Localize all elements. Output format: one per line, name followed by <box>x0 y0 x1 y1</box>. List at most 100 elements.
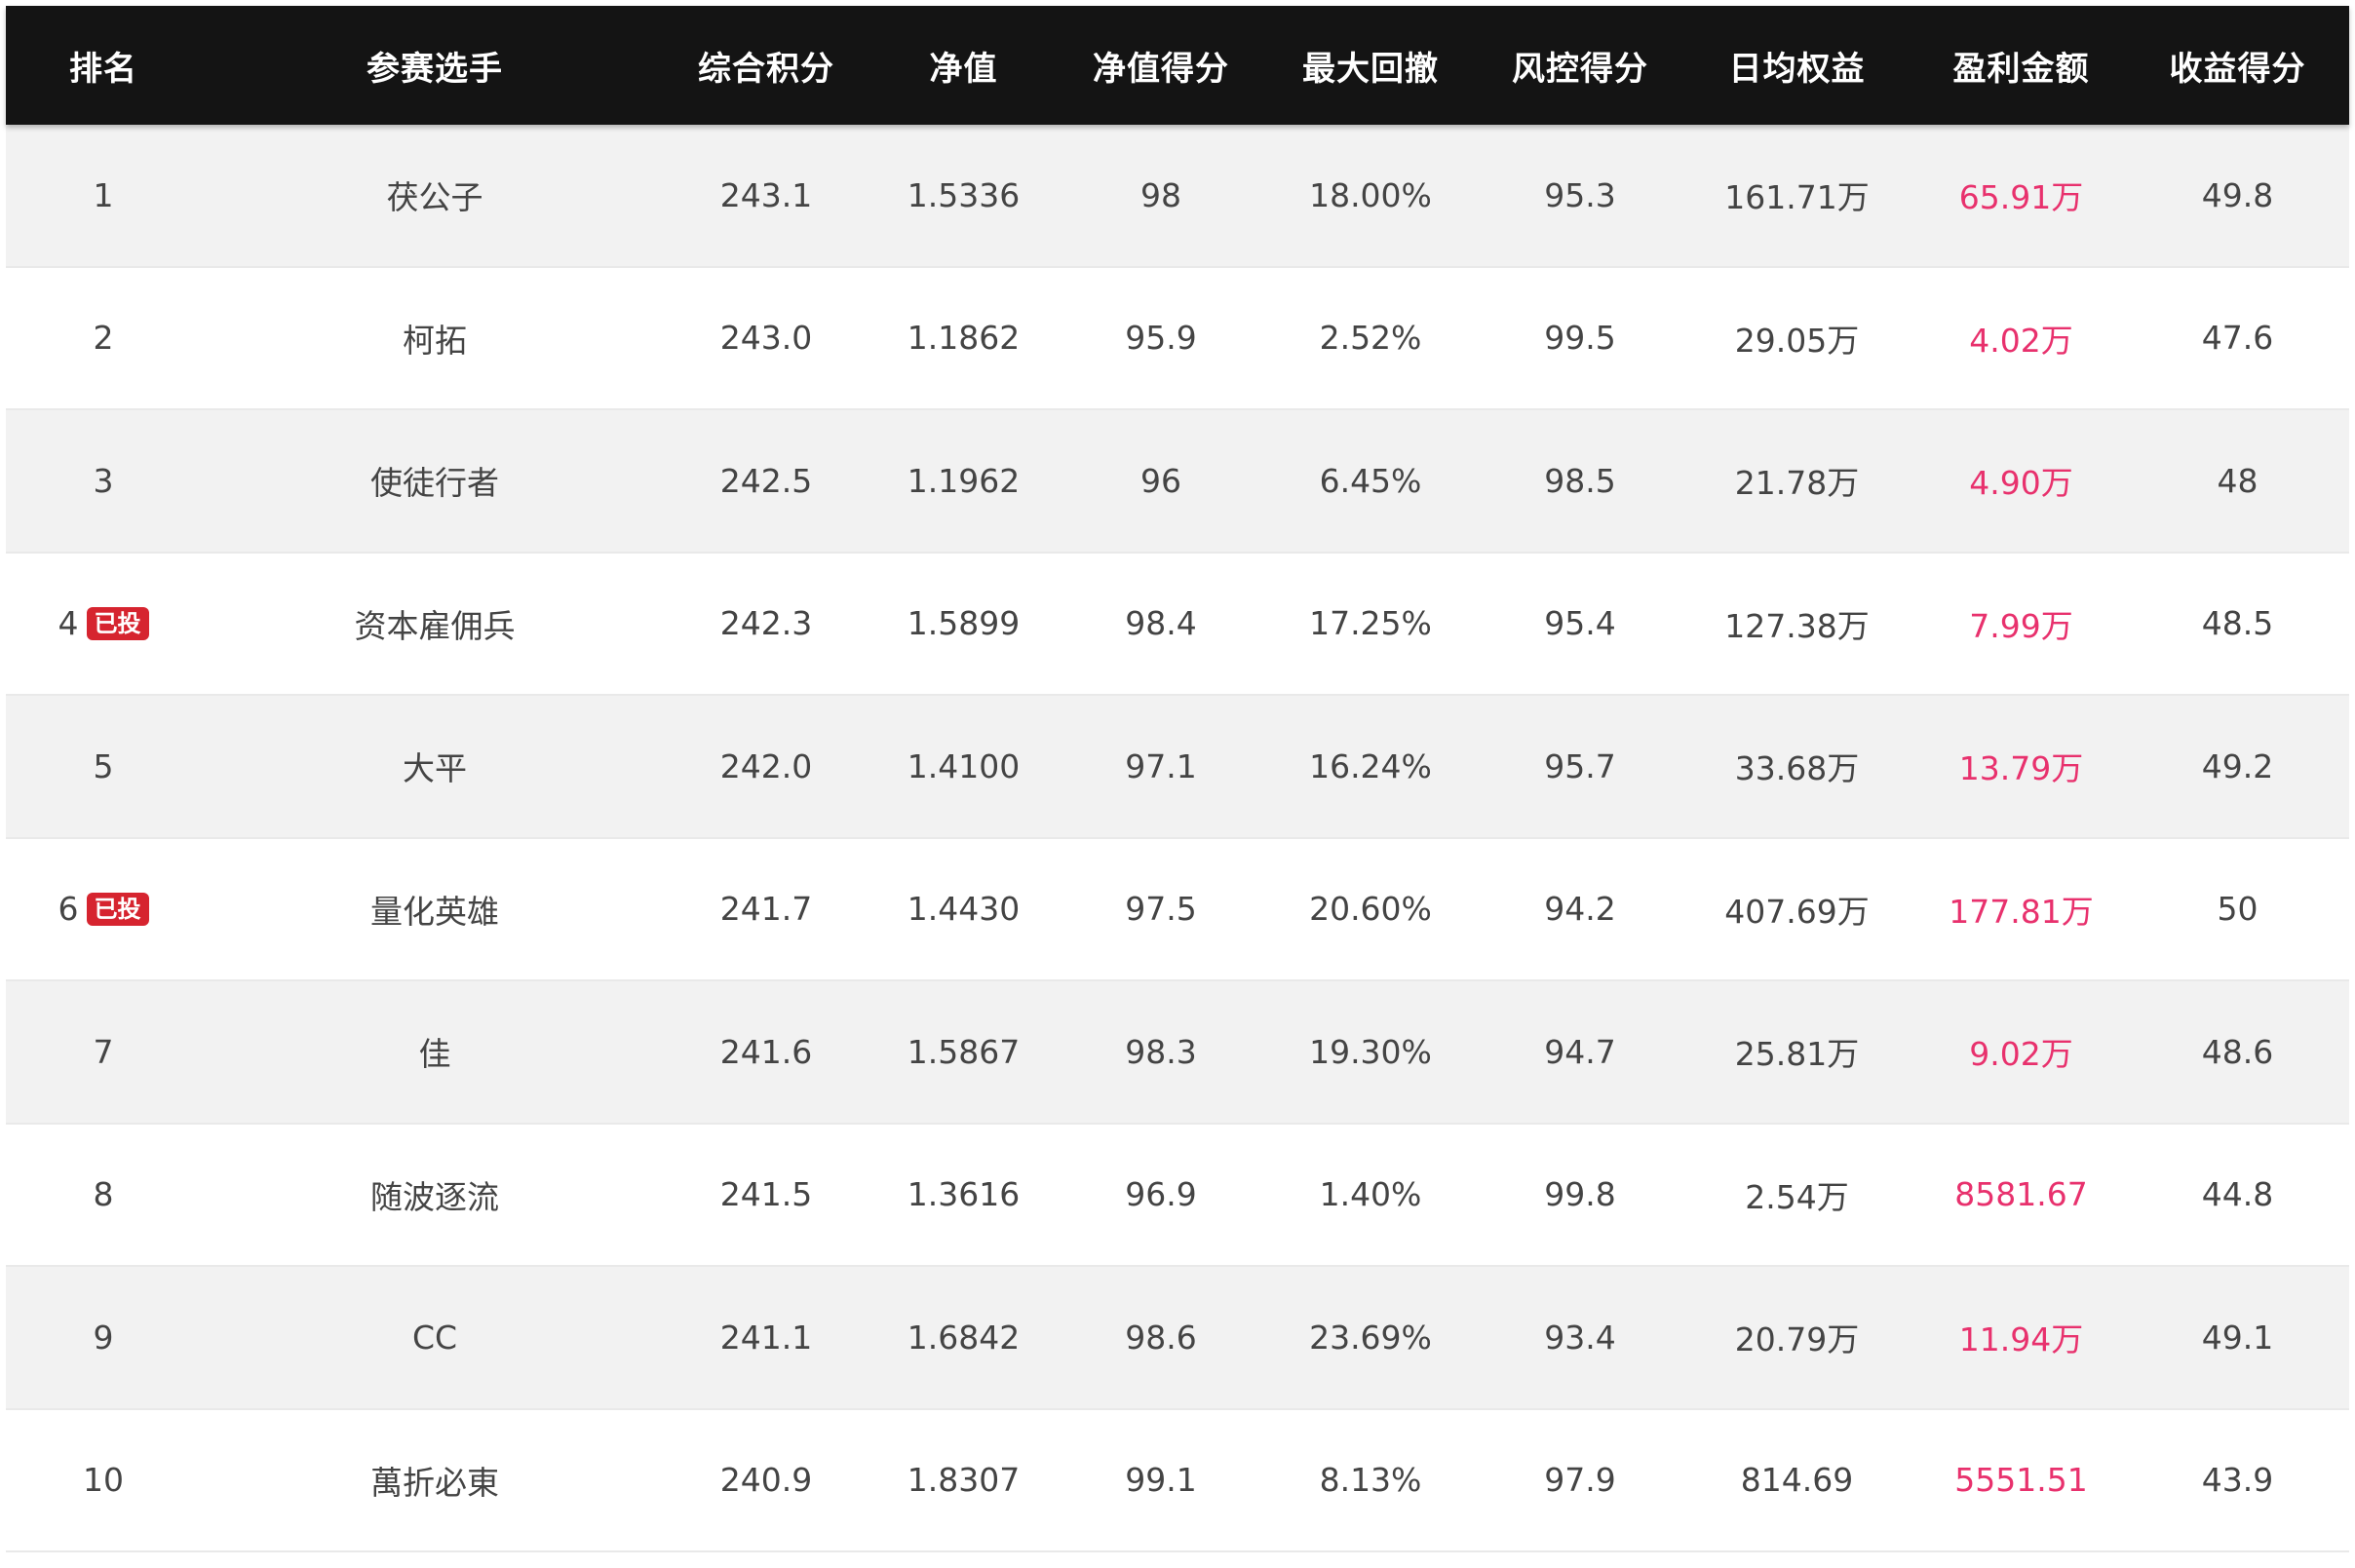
cell-max-drawdown: 17.25% <box>1309 604 1432 643</box>
cell-rank: 2 <box>6 319 201 357</box>
rank-wrapper: 8 <box>94 1175 114 1213</box>
header-nav-score[interactable]: 净值得分 <box>1063 42 1258 90</box>
cell-nav-score: 98.3 <box>1125 1032 1197 1071</box>
cell-score: 243.0 <box>719 319 813 358</box>
cell-return-score: 49.1 <box>2201 1318 2274 1357</box>
rank-number: 3 <box>93 461 114 500</box>
table-row[interactable]: 10 萬折必東 240.9 1.8307 99.1 8.13% 97.9 814.69 5551… <box>6 1409 2349 1552</box>
header-player[interactable]: 参赛选手 <box>201 42 669 90</box>
cell-risk-score: 95.7 <box>1544 746 1616 785</box>
rank-number: 4 <box>58 604 79 643</box>
header-max-drawdown[interactable]: 最大回撤 <box>1258 42 1483 90</box>
cell-profit: 7.99万 <box>1969 606 2073 645</box>
header-score[interactable]: 综合积分 <box>669 42 864 90</box>
cell-score: 241.1 <box>719 1318 813 1357</box>
cell-risk-score: 95.4 <box>1544 604 1616 643</box>
table-row[interactable]: 6 已投 量化英雄 241.7 1.4430 97.5 20.60% 94.2 407.69万 1… <box>6 838 2349 981</box>
cell-score: 241.7 <box>719 890 813 929</box>
table-row[interactable]: 7 佳 241.6 1.5867 98.3 19.30% 94.7 25.81万 9.02万 48… <box>6 981 2349 1125</box>
rank-wrapper: 6 已投 <box>58 890 149 928</box>
cell-return-score: 44.8 <box>2201 1175 2274 1214</box>
cell-daily-equity: 21.78万 <box>1734 464 1860 503</box>
cell-player[interactable]: 柯拓 <box>201 315 669 362</box>
cell-nav: 1.4100 <box>907 746 1021 785</box>
cell-player[interactable]: CC <box>201 1319 669 1357</box>
cell-profit: 65.91万 <box>1958 178 2084 217</box>
cell-nav-score: 97.1 <box>1125 746 1197 785</box>
rank-number: 5 <box>93 746 114 785</box>
cell-player[interactable]: 随波逐流 <box>201 1171 669 1218</box>
cell-return-score: 47.6 <box>2201 319 2274 358</box>
cell-nav: 1.5336 <box>907 175 1021 214</box>
cell-player[interactable]: 大平 <box>201 743 669 789</box>
cell-return-score: 43.9 <box>2201 1461 2274 1500</box>
table-row[interactable]: 1 茯公子 243.1 1.5336 98 18.00% 95.3 161.71万 65.91万… <box>6 125 2349 268</box>
header-rank[interactable]: 排名 <box>6 42 201 90</box>
rank-number: 2 <box>93 319 114 358</box>
rank-wrapper: 7 <box>94 1033 114 1071</box>
cell-daily-equity: 814.69 <box>1740 1461 1854 1500</box>
table-row[interactable]: 2 柯拓 243.0 1.1862 95.9 2.52% 99.5 29.05万 4.02万 47… <box>6 267 2349 410</box>
cell-profit: 177.81万 <box>1949 892 2094 931</box>
cell-nav-score: 96 <box>1140 461 1181 500</box>
table-row[interactable]: 4 已投 资本雇佣兵 242.3 1.5899 98.4 17.25% 95.4 127.38万… <box>6 553 2349 696</box>
table-row[interactable]: 5 大平 242.0 1.4100 97.1 16.24% 95.7 33.68万 13.79万… <box>6 696 2349 839</box>
rank-number: 9 <box>93 1318 114 1357</box>
cell-rank: 7 <box>6 1033 201 1071</box>
cell-nav: 1.8307 <box>907 1461 1021 1500</box>
cell-max-drawdown: 19.30% <box>1309 1032 1432 1071</box>
cell-profit: 11.94万 <box>1958 1320 2084 1359</box>
rank-wrapper: 5 <box>94 747 114 785</box>
cell-rank: 1 <box>6 176 201 214</box>
cell-max-drawdown: 23.69% <box>1309 1318 1432 1357</box>
cell-daily-equity: 25.81万 <box>1734 1035 1860 1074</box>
table-row[interactable]: 9 CC 241.1 1.6842 98.6 23.69% 93.4 20.79万 11.94万… <box>6 1267 2349 1410</box>
header-profit[interactable]: 盈利金额 <box>1916 42 2126 90</box>
cell-rank: 6 已投 <box>6 890 201 928</box>
cell-daily-equity: 20.79万 <box>1734 1320 1860 1359</box>
cell-nav: 1.3616 <box>907 1175 1021 1214</box>
cell-return-score: 49.2 <box>2201 746 2274 785</box>
header-daily-equity[interactable]: 日均权益 <box>1678 42 1916 90</box>
rank-wrapper: 1 <box>94 176 114 214</box>
cell-rank: 4 已投 <box>6 604 201 642</box>
table-row[interactable]: 3 使徒行者 242.5 1.1962 96 6.45% 98.5 21.78万 4.90万 48 <box>6 410 2349 554</box>
cell-return-score: 48 <box>2217 461 2258 500</box>
cell-daily-equity: 407.69万 <box>1724 892 1870 931</box>
cell-rank: 8 <box>6 1175 201 1213</box>
cell-player[interactable]: 萬折必東 <box>201 1457 669 1504</box>
invested-badge: 已投 <box>86 892 149 926</box>
cell-player[interactable]: 茯公子 <box>201 172 669 218</box>
header-nav[interactable]: 净值 <box>864 42 1063 90</box>
table-row[interactable]: 8 随波逐流 241.5 1.3616 96.9 1.40% 99.8 2.54万 8581.6… <box>6 1124 2349 1267</box>
cell-score: 243.1 <box>719 175 813 214</box>
cell-nav: 1.5867 <box>907 1032 1021 1071</box>
table-header: 排名 参赛选手 综合积分 净值 净值得分 最大回撤 风控得分 日均权益 盈利金额… <box>6 6 2349 125</box>
cell-rank: 9 <box>6 1319 201 1357</box>
cell-return-score: 49.8 <box>2201 175 2274 214</box>
cell-max-drawdown: 1.40% <box>1319 1175 1422 1214</box>
cell-nav: 1.6842 <box>907 1318 1021 1357</box>
cell-rank: 10 <box>6 1461 201 1499</box>
cell-daily-equity: 161.71万 <box>1724 178 1870 217</box>
cell-player[interactable]: 佳 <box>201 1028 669 1075</box>
cell-player[interactable]: 使徒行者 <box>201 457 669 504</box>
cell-player[interactable]: 资本雇佣兵 <box>201 600 669 647</box>
rank-number: 7 <box>93 1032 114 1071</box>
cell-profit: 4.90万 <box>1969 464 2073 503</box>
cell-profit: 4.02万 <box>1969 321 2073 360</box>
cell-return-score: 48.6 <box>2201 1032 2274 1071</box>
cell-risk-score: 97.9 <box>1544 1461 1616 1500</box>
cell-rank: 5 <box>6 747 201 785</box>
rank-number: 1 <box>93 175 114 214</box>
cell-risk-score: 98.5 <box>1544 461 1616 500</box>
header-return-score[interactable]: 收益得分 <box>2126 42 2349 90</box>
leaderboard-table: 排名 参赛选手 综合积分 净值 净值得分 最大回撤 风控得分 日均权益 盈利金额… <box>6 6 2349 1562</box>
cell-player[interactable]: 量化英雄 <box>201 886 669 933</box>
cell-daily-equity: 33.68万 <box>1734 749 1860 788</box>
cell-nav-score: 96.9 <box>1125 1175 1197 1214</box>
rank-number: 6 <box>58 890 79 929</box>
header-risk-score[interactable]: 风控得分 <box>1483 42 1678 90</box>
cell-score: 241.5 <box>719 1175 813 1214</box>
cell-max-drawdown: 6.45% <box>1319 461 1422 500</box>
